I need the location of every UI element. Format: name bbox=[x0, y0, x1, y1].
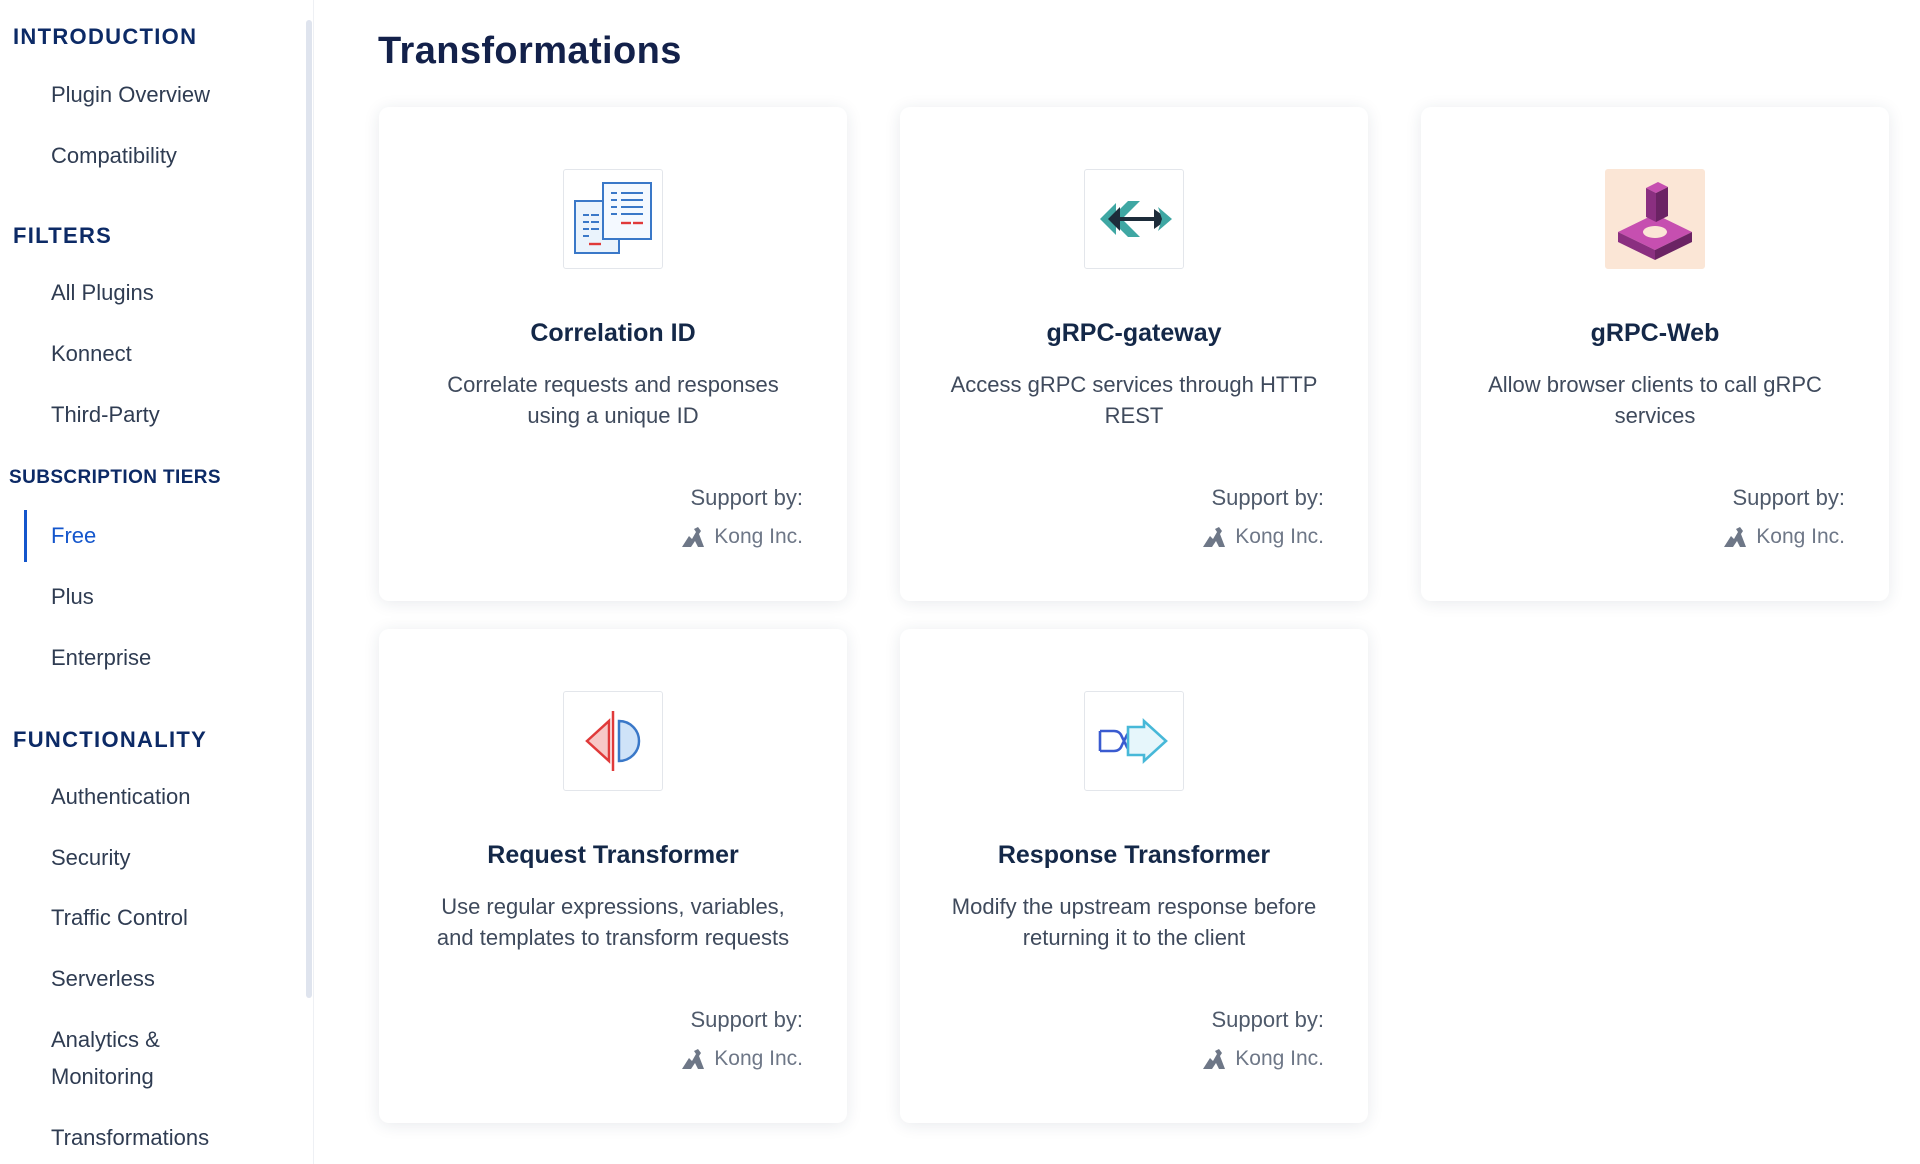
correlation-id-icon bbox=[563, 169, 663, 269]
card-description-line-2: returning it to the client bbox=[1022, 925, 1246, 950]
card-description: Use regular expressions, variables, and … bbox=[419, 891, 807, 953]
plugin-card-grpc-web[interactable]: gRPC-Web Allow browser clients to call g… bbox=[1421, 107, 1889, 601]
sidebar-item-plugin-overview[interactable]: Plugin Overview bbox=[51, 76, 210, 113]
card-description-line-1: Modify the upstream response before bbox=[951, 894, 1317, 919]
vendor: Kong Inc. bbox=[1201, 1047, 1324, 1071]
sidebar-item-enterprise[interactable]: Enterprise bbox=[51, 639, 151, 676]
response-transformer-icon bbox=[1084, 691, 1184, 791]
section-heading-introduction: INTRODUCTION bbox=[13, 24, 198, 49]
vendor-name: Kong Inc. bbox=[714, 1047, 803, 1070]
request-transformer-icon bbox=[563, 691, 663, 791]
card-description-line-2: services bbox=[1614, 403, 1696, 428]
page: INTRODUCTION Plugin Overview Compatibili… bbox=[0, 0, 1920, 1164]
card-title: gRPC-gateway bbox=[1046, 319, 1222, 347]
page-title: Transformations bbox=[378, 30, 682, 72]
sidebar-item-analytics-monitoring[interactable]: Analytics & Monitoring bbox=[51, 1021, 160, 1095]
card-description-line-1: Correlate requests and responses bbox=[447, 372, 779, 397]
support-label: Support by: bbox=[1211, 1007, 1324, 1032]
card-title: Correlation ID bbox=[530, 319, 696, 347]
sidebar-item-third-party[interactable]: Third-Party bbox=[51, 396, 160, 433]
support-label: Support by: bbox=[1211, 485, 1324, 510]
vendor-name: Kong Inc. bbox=[714, 525, 803, 548]
section-heading-subscription-tiers: SUBSCRIPTION TIERS bbox=[9, 467, 221, 488]
card-description-line-2: and templates to transform requests bbox=[436, 925, 790, 950]
sidebar-item-transformations[interactable]: Transformations bbox=[51, 1119, 209, 1156]
sidebar: INTRODUCTION Plugin Overview Compatibili… bbox=[0, 0, 314, 1164]
vendor: Kong Inc. bbox=[1722, 525, 1845, 549]
card-description: Correlate requests and responses using a… bbox=[419, 369, 807, 431]
card-description-line-2: REST bbox=[1104, 403, 1164, 428]
card-description: Allow browser clients to call gRPC servi… bbox=[1461, 369, 1849, 431]
plugin-card-grpc-gateway[interactable]: gRPC-gateway Access gRPC services throug… bbox=[900, 107, 1368, 601]
kong-logo-icon bbox=[680, 1048, 706, 1070]
plugin-card-request-transformer[interactable]: Request Transformer Use regular expressi… bbox=[379, 629, 847, 1123]
sidebar-item-label-line-2: Monitoring bbox=[51, 1064, 154, 1089]
support-label: Support by: bbox=[690, 1007, 803, 1032]
sidebar-item-plus[interactable]: Plus bbox=[51, 578, 94, 615]
card-description-line-1: Access gRPC services through HTTP bbox=[950, 372, 1318, 397]
vendor: Kong Inc. bbox=[1201, 525, 1324, 549]
section-heading-filters: FILTERS bbox=[13, 223, 113, 248]
sidebar-item-all-plugins[interactable]: All Plugins bbox=[51, 274, 154, 311]
sidebar-item-security[interactable]: Security bbox=[51, 839, 130, 876]
section-heading-functionality: FUNCTIONALITY bbox=[13, 727, 208, 752]
grpc-gateway-icon bbox=[1084, 169, 1184, 269]
sidebar-item-traffic-control[interactable]: Traffic Control bbox=[51, 899, 188, 936]
grpc-web-icon bbox=[1605, 169, 1705, 269]
plugin-card-response-transformer[interactable]: Response Transformer Modify the upstream… bbox=[900, 629, 1368, 1123]
sidebar-item-free[interactable]: Free bbox=[51, 517, 96, 554]
card-title: Response Transformer bbox=[997, 841, 1271, 869]
card-description: Access gRPC services through HTTP REST bbox=[940, 369, 1328, 431]
active-indicator bbox=[24, 510, 27, 562]
sidebar-item-authentication[interactable]: Authentication bbox=[51, 778, 190, 815]
vendor-name: Kong Inc. bbox=[1235, 1047, 1324, 1070]
sidebar-item-konnect[interactable]: Konnect bbox=[51, 335, 132, 372]
kong-logo-icon bbox=[1201, 1048, 1227, 1070]
sidebar-item-label-line-1: Analytics & bbox=[51, 1027, 160, 1052]
vendor-name: Kong Inc. bbox=[1235, 525, 1324, 548]
support-label: Support by: bbox=[1732, 485, 1845, 510]
card-description-line-2: using a unique ID bbox=[527, 403, 699, 428]
vendor-name: Kong Inc. bbox=[1756, 525, 1845, 548]
card-description-line-1: Allow browser clients to call gRPC bbox=[1488, 372, 1822, 397]
sidebar-scrollbar[interactable] bbox=[306, 20, 312, 998]
vendor: Kong Inc. bbox=[680, 1047, 803, 1071]
kong-logo-icon bbox=[680, 526, 706, 548]
card-description-line-1: Use regular expressions, variables, bbox=[441, 894, 785, 919]
vendor: Kong Inc. bbox=[680, 525, 803, 549]
plugin-card-correlation-id[interactable]: Correlation ID Correlate requests and re… bbox=[379, 107, 847, 601]
sidebar-item-compatibility[interactable]: Compatibility bbox=[51, 137, 177, 174]
support-label: Support by: bbox=[690, 485, 803, 510]
kong-logo-icon bbox=[1201, 526, 1227, 548]
kong-logo-icon bbox=[1722, 526, 1748, 548]
sidebar-item-serverless[interactable]: Serverless bbox=[51, 960, 155, 997]
card-description: Modify the upstream response before retu… bbox=[940, 891, 1328, 953]
card-title: gRPC-Web bbox=[1590, 319, 1720, 347]
card-title: Request Transformer bbox=[487, 841, 739, 869]
